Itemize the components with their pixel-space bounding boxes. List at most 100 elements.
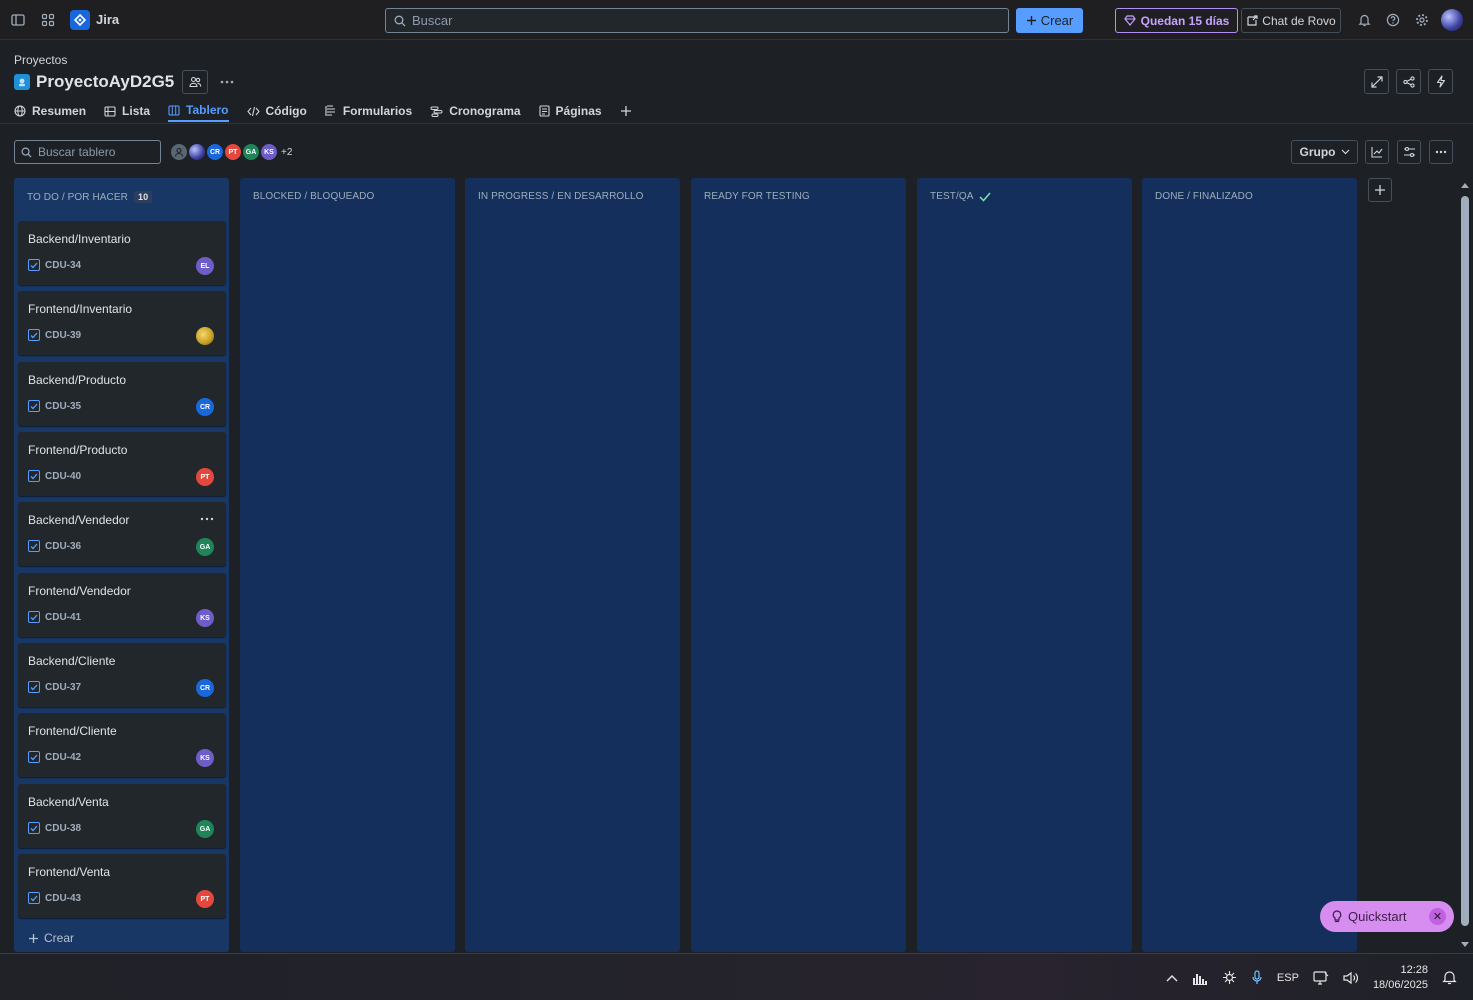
card-assignee-avatar[interactable]: CR — [196, 398, 214, 416]
scrollbar-thumb[interactable] — [1461, 196, 1469, 926]
tab-paginas[interactable]: Páginas — [538, 100, 602, 122]
avatar[interactable]: PT — [224, 143, 242, 161]
plus-icon — [28, 933, 39, 944]
card-assignee-avatar[interactable]: PT — [196, 890, 214, 908]
tab-resumen[interactable]: Resumen — [14, 100, 86, 122]
card-assignee-avatar[interactable]: GA — [196, 820, 214, 838]
quickstart-button[interactable]: Quickstart ✕ — [1320, 901, 1454, 932]
tab-lista[interactable]: Lista — [104, 100, 150, 122]
board-search-input[interactable] — [38, 145, 156, 159]
scroll-up-arrow-icon[interactable] — [1459, 180, 1471, 190]
issue-card[interactable]: Backend/Producto CDU-35 CR — [18, 362, 226, 426]
project-team-button[interactable] — [182, 70, 209, 94]
card-assignee-avatar[interactable]: CR — [196, 679, 214, 697]
global-search[interactable] — [385, 8, 1009, 33]
bug-icon[interactable] — [1222, 970, 1237, 985]
card-key: CDU-39 — [28, 329, 81, 341]
microphone-icon[interactable] — [1251, 970, 1263, 985]
audio-levels-icon[interactable] — [1192, 971, 1208, 985]
card-assignee-avatar[interactable] — [196, 327, 214, 345]
tab-label: Código — [265, 104, 307, 118]
column-header[interactable]: READY FOR TESTING — [704, 191, 810, 202]
tab-codigo[interactable]: Código — [246, 100, 307, 122]
card-more-icon[interactable] — [200, 508, 214, 524]
lightbulb-icon — [1332, 910, 1342, 923]
os-taskbar: ESP 12:28 18/06/2025 — [0, 953, 1473, 1000]
card-key: CDU-42 — [28, 751, 81, 763]
create-button[interactable]: Crear — [1016, 8, 1083, 33]
settings-gear-icon[interactable] — [1408, 6, 1436, 34]
column-title: IN PROGRESS / EN DESARROLLO — [478, 191, 644, 202]
board-more-icon[interactable] — [1429, 140, 1453, 164]
network-icon[interactable] — [1313, 970, 1329, 985]
column-header[interactable]: TEST/QA — [930, 191, 992, 202]
card-assignee-avatar[interactable]: KS — [196, 749, 214, 767]
help-icon[interactable] — [1379, 6, 1407, 34]
board-vertical-scrollbar[interactable] — [1459, 178, 1471, 952]
avatars-more-count[interactable]: +2 — [281, 147, 292, 158]
header-actions — [1364, 69, 1453, 94]
card-title: Backend/Cliente — [28, 654, 116, 668]
create-button-label: Crear — [1040, 13, 1074, 28]
card-assignee-avatar[interactable]: EL — [196, 257, 214, 275]
add-tab-button[interactable] — [620, 100, 632, 122]
fullscreen-icon[interactable] — [1364, 69, 1389, 94]
column-create-button[interactable]: Crear — [28, 931, 74, 945]
add-column-button[interactable] — [1368, 178, 1392, 202]
notifications-bell-icon[interactable] — [1350, 6, 1378, 34]
tab-cronograma[interactable]: Cronograma — [430, 100, 521, 122]
volume-icon[interactable] — [1343, 971, 1359, 985]
share-icon[interactable] — [1396, 69, 1421, 94]
group-dropdown-label: Grupo — [1299, 145, 1336, 159]
column-header[interactable]: IN PROGRESS / EN DESARROLLO — [478, 191, 644, 202]
board-search[interactable] — [14, 140, 161, 164]
card-assignee-avatar[interactable]: KS — [196, 609, 214, 627]
view-settings-icon[interactable] — [1397, 140, 1421, 164]
app-switcher-icon[interactable] — [34, 6, 62, 34]
column-header[interactable]: DONE / FINALIZADO — [1155, 191, 1253, 202]
insights-chart-icon[interactable] — [1365, 140, 1389, 164]
card-key-label: CDU-36 — [45, 540, 82, 552]
issue-card[interactable]: Backend/Cliente CDU-37 CR — [18, 643, 226, 707]
global-search-input[interactable] — [412, 13, 992, 28]
rovo-chat-button[interactable]: Chat de Rovo — [1241, 8, 1341, 33]
column-header[interactable]: TO DO / POR HACER 10 — [27, 191, 153, 203]
issue-card[interactable]: Backend/Venta CDU-38 GA — [18, 784, 226, 848]
issue-card[interactable]: Backend/Vendedor CDU-36 GA — [18, 502, 226, 566]
avatar[interactable]: GA — [242, 143, 260, 161]
issue-card[interactable]: Frontend/Cliente CDU-42 KS — [18, 713, 226, 777]
task-type-icon — [28, 329, 40, 341]
issue-card[interactable]: Frontend/Inventario CDU-39 — [18, 291, 226, 355]
issue-card[interactable]: Frontend/Vendedor CDU-41 KS — [18, 573, 226, 637]
issue-card[interactable]: Frontend/Venta CDU-43 PT — [18, 854, 226, 918]
breadcrumb[interactable]: Proyectos — [14, 53, 67, 67]
card-assignee-avatar[interactable]: PT — [196, 468, 214, 486]
language-indicator[interactable]: ESP — [1277, 972, 1299, 984]
close-icon[interactable]: ✕ — [1429, 908, 1446, 925]
avatar-unassigned[interactable] — [170, 143, 188, 161]
tab-tablero[interactable]: Tablero — [168, 100, 229, 122]
card-assignee-avatar[interactable]: GA — [196, 538, 214, 556]
notification-center-icon[interactable] — [1442, 970, 1457, 985]
column-header[interactable]: BLOCKED / BLOQUEADO — [253, 191, 374, 202]
sidebar-toggle-icon[interactable] — [4, 6, 32, 34]
scroll-down-arrow-icon[interactable] — [1459, 940, 1471, 950]
group-dropdown[interactable]: Grupo — [1291, 140, 1358, 164]
automation-lightning-icon[interactable] — [1428, 69, 1453, 94]
trial-button[interactable]: Quedan 15 días — [1115, 8, 1238, 33]
project-avatar-icon — [14, 74, 30, 90]
user-avatar[interactable] — [1441, 9, 1463, 31]
tab-formularios[interactable]: Formularios — [325, 100, 412, 122]
assignee-filter: CR PT GA KS +2 — [170, 143, 292, 161]
avatar[interactable]: CR — [206, 143, 224, 161]
chevron-up-icon[interactable] — [1166, 974, 1178, 982]
card-key: CDU-38 — [28, 822, 81, 834]
jira-logo[interactable]: Jira — [70, 9, 119, 30]
issue-card[interactable]: Frontend/Producto CDU-40 PT — [18, 432, 226, 496]
plus-icon — [620, 105, 632, 117]
system-clock[interactable]: 12:28 18/06/2025 — [1373, 963, 1428, 993]
avatar[interactable]: KS — [260, 143, 278, 161]
issue-card[interactable]: Backend/Inventario CDU-34 EL — [18, 221, 226, 285]
avatar[interactable] — [188, 143, 206, 161]
project-more-icon[interactable] — [214, 70, 240, 94]
